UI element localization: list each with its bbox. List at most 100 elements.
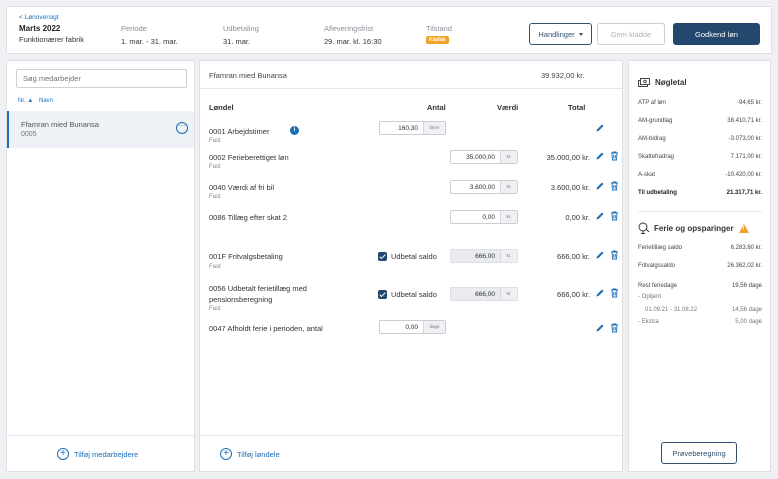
approve-payroll-button[interactable]: Godkend løn bbox=[673, 23, 760, 45]
column-header-item: Løndel bbox=[209, 103, 234, 112]
summary-panel: Nøgletal ATP af løn -94,65 kr. AM-grundla… bbox=[628, 60, 771, 472]
back-link[interactable]: < Lønoversigt bbox=[19, 14, 59, 21]
value-field[interactable]: 35.000,00 kr. bbox=[450, 150, 518, 164]
plus-circle-icon: + bbox=[220, 448, 232, 460]
pay-item-type: Fast bbox=[209, 164, 221, 170]
key-figure-value: -10.420,00 kr. bbox=[725, 172, 762, 178]
checkbox-label: Udbetal saldo bbox=[391, 252, 437, 261]
vacation-value: 14,56 dage bbox=[731, 307, 762, 313]
divider bbox=[638, 211, 762, 212]
quantity-field[interactable]: 160,30 timer bbox=[379, 121, 446, 135]
payroll-header: < Lønoversigt Marts 2022 Funktionærer fa… bbox=[6, 6, 772, 54]
key-figure-value: -94,65 kr. bbox=[736, 100, 762, 106]
vacation-label: Rest feriedage bbox=[638, 283, 678, 289]
add-employee-button[interactable]: + Tilføj medarbejdere bbox=[57, 448, 138, 460]
sort-name-column[interactable]: Navn bbox=[39, 98, 53, 104]
group-name: Funktionærer fabrik bbox=[19, 35, 85, 44]
employee-title: Ffamran mied Bunansa bbox=[209, 71, 287, 80]
sort-number-column[interactable]: Nr. ▲ bbox=[18, 98, 33, 104]
vacation-label: - Ekstra bbox=[638, 319, 659, 325]
key-figure-value: 7.171,00 kr. bbox=[730, 154, 762, 160]
pay-item-title: 0056 Udbetalt ferietillæg med bbox=[209, 284, 307, 293]
info-icon[interactable]: i bbox=[290, 126, 299, 135]
edit-icon[interactable] bbox=[595, 250, 605, 260]
pay-items-panel: Ffamran mied Bunansa 39.932,00 kr. Lønde… bbox=[199, 60, 623, 472]
vacation-label: Ferietillæg saldo bbox=[638, 245, 683, 251]
vacation-label: 01.09.21 - 31.08.22 bbox=[645, 307, 698, 313]
payout-balance-checkbox[interactable] bbox=[378, 290, 387, 299]
meta-deadline: Afleveringsfrist 29. mar. kl. 16:30 bbox=[324, 24, 382, 46]
employee-name: Ffamran mied Bunansa bbox=[21, 120, 99, 129]
column-header-value: Værdi bbox=[497, 103, 519, 112]
key-figure-value: -3.073,00 kr. bbox=[728, 136, 762, 142]
edit-icon[interactable] bbox=[595, 211, 605, 221]
key-figures-title: Nøgletal bbox=[638, 77, 687, 88]
pay-items-header: Ffamran mied Bunansa 39.932,00 kr. bbox=[200, 61, 622, 89]
quantity-field[interactable]: 0,00 dage bbox=[379, 320, 446, 334]
checkbox-label: Udbetal saldo bbox=[391, 290, 437, 299]
edit-icon[interactable] bbox=[595, 288, 605, 298]
vacation-value: 6.283,60 kr. bbox=[730, 245, 762, 251]
money-icon bbox=[638, 78, 650, 87]
trial-calculation-button[interactable]: Prøveberegning bbox=[661, 442, 737, 464]
unit-label: dage bbox=[423, 321, 445, 333]
employee-total: 39.932,00 kr. bbox=[541, 71, 585, 80]
meta-state: Tilstand Kladde bbox=[426, 24, 452, 44]
pay-item-title-line2: pensionsberegning bbox=[209, 295, 273, 304]
trash-icon[interactable] bbox=[610, 288, 619, 298]
trash-icon[interactable] bbox=[610, 323, 619, 333]
trash-icon[interactable] bbox=[610, 250, 619, 260]
pay-item-total: 3.600,00 kr. bbox=[550, 183, 590, 192]
edit-icon[interactable] bbox=[595, 123, 605, 133]
meta-period: Periode 1. mar. - 31. mar. bbox=[121, 24, 178, 46]
pay-item-title: 0047 Afholdt ferie i perioden, antal bbox=[209, 324, 323, 333]
pay-item-type: Fast bbox=[209, 264, 221, 270]
employee-number: 0005 bbox=[21, 131, 37, 138]
status-badge: Kladde bbox=[426, 36, 449, 44]
list-item[interactable]: Ffamran mied Bunansa 0005 ··· bbox=[7, 111, 194, 148]
value-field[interactable]: 3.600,00 kr. bbox=[450, 180, 518, 194]
value-field: 666,00 kr. bbox=[450, 287, 518, 301]
center-footer: + Tilføj løndele bbox=[200, 435, 622, 471]
chevron-down-icon bbox=[578, 32, 583, 36]
trash-icon[interactable] bbox=[610, 181, 619, 191]
quantity-value: 0,00 bbox=[405, 324, 418, 331]
search-input[interactable] bbox=[16, 69, 187, 88]
key-figure-label: ATP af løn bbox=[638, 100, 666, 106]
key-figure-value: 21.317,71 kr. bbox=[726, 190, 762, 196]
value-field[interactable]: 0,00 kr. bbox=[450, 210, 518, 224]
meta-label: Periode bbox=[121, 24, 147, 33]
edit-icon[interactable] bbox=[595, 323, 605, 333]
more-options-icon[interactable]: ··· bbox=[176, 122, 188, 134]
key-figure-label: AM-bidrag bbox=[638, 136, 666, 142]
key-figure-value: 38.410,71 kr. bbox=[727, 118, 762, 124]
key-figure-label: A-skat bbox=[638, 172, 656, 178]
pay-item-total: 35.000,00 kr. bbox=[546, 153, 590, 162]
column-header-total: Total bbox=[568, 103, 586, 112]
payout-balance-checkbox[interactable] bbox=[378, 252, 387, 261]
warning-icon[interactable] bbox=[738, 223, 749, 233]
key-figure-label: AM-grundlag bbox=[638, 118, 673, 124]
trash-icon[interactable] bbox=[610, 211, 619, 221]
actions-label: Handlinger bbox=[538, 29, 575, 39]
trash-icon[interactable] bbox=[610, 151, 619, 161]
actions-dropdown[interactable]: Handlinger bbox=[529, 23, 592, 45]
meta-label: Afleveringsfrist bbox=[324, 24, 374, 33]
unit-label: kr. bbox=[500, 211, 517, 223]
quantity-value: 160,30 bbox=[398, 125, 418, 132]
edit-icon[interactable] bbox=[595, 181, 605, 191]
vacation-value: 5,00 dage bbox=[735, 319, 762, 325]
add-pay-item-button[interactable]: + Tilføj løndele bbox=[220, 448, 280, 460]
vacation-value: 26.362,02 kr. bbox=[727, 263, 762, 269]
add-employee-label: Tilføj medarbejdere bbox=[74, 449, 139, 459]
key-figure-label: Til udbetaling bbox=[638, 190, 677, 196]
save-draft-button[interactable]: Gem kladde bbox=[597, 23, 665, 45]
pay-item-total: 666,00 kr. bbox=[557, 290, 590, 299]
vacation-label: - Optjent bbox=[638, 294, 662, 300]
edit-icon[interactable] bbox=[595, 151, 605, 161]
meta-label: Udbetaling bbox=[223, 24, 259, 33]
unit-label: kr. bbox=[500, 181, 517, 193]
column-header-qty: Antal bbox=[427, 103, 446, 112]
employee-panel: Nr. ▲ Navn Ffamran mied Bunansa 0005 ···… bbox=[6, 60, 195, 472]
pay-item-type: Fast bbox=[209, 194, 221, 200]
